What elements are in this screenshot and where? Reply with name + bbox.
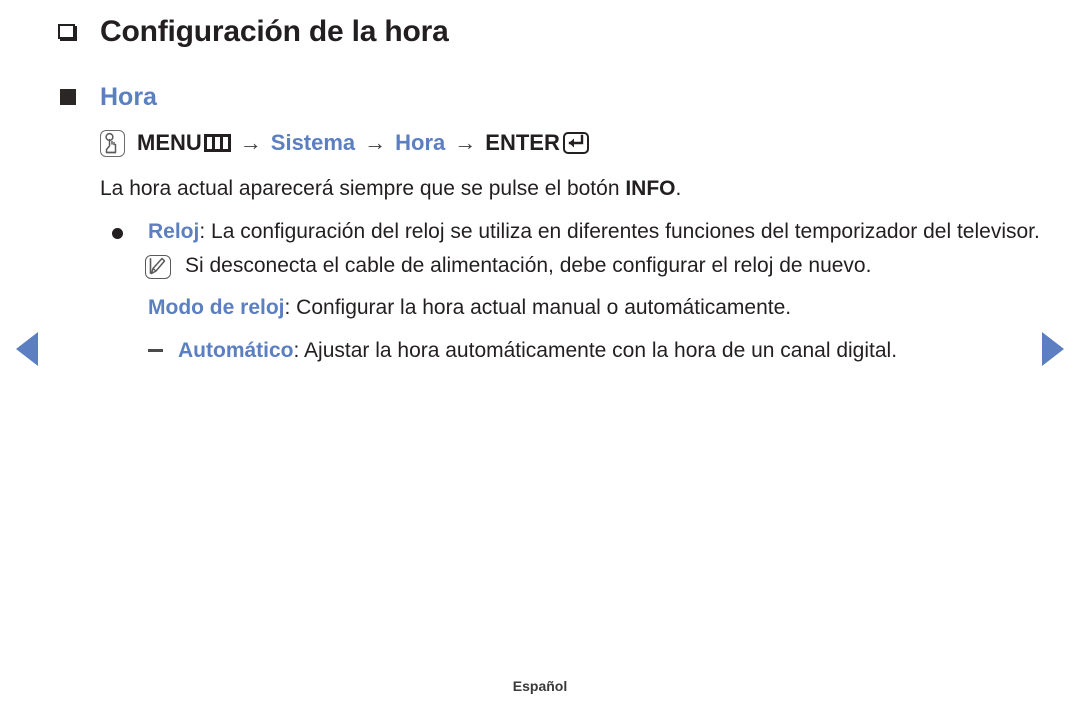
section-heading: Hora (100, 83, 157, 111)
breadcrumb-enter-label: ENTER (485, 130, 560, 155)
note-text: Si desconecta el cable de alimentación, … (185, 254, 872, 277)
list-item-separator: : (199, 220, 212, 243)
enter-key-icon (562, 132, 589, 154)
list-item: Reloj: La configuración del reloj se uti… (100, 216, 1050, 247)
page-root: Configuración de la hora Hora MENU → Sis… (0, 0, 1080, 705)
hollow-square-bullet-icon (58, 24, 75, 39)
note-line: Si desconecta el cable de alimentación, … (100, 250, 1050, 281)
triangle-left-icon (16, 332, 38, 366)
sub-list-item: Automático: Ajustar la hora automáticame… (100, 335, 1050, 366)
breadcrumb-separator-3: → (454, 130, 477, 155)
clock-mode-term: Modo de reloj (148, 296, 285, 319)
menu-path-breadcrumb: MENU → Sistema → Hora → ENTER (100, 128, 1050, 158)
footer-language: Español (512, 678, 568, 694)
breadcrumb-item-sistema: Sistema (270, 130, 356, 155)
info-sentence: La hora actual aparecerá siempre que se … (100, 174, 1050, 204)
round-bullet-icon (112, 228, 123, 239)
page-title-row: Configuración de la hora (58, 12, 449, 52)
note-pen-icon (145, 255, 171, 279)
breadcrumb-menu-label: MENU (137, 130, 202, 155)
section-heading-row: Hora (60, 80, 157, 114)
sub-list-item-text: Ajustar la hora automáticamente con la h… (304, 339, 898, 362)
clock-mode-text: Configurar la hora actual manual o autom… (296, 296, 792, 319)
clock-mode-separator: : (284, 296, 297, 319)
filled-square-bullet-icon (60, 89, 76, 105)
breadcrumb-item-hora: Hora (395, 130, 446, 155)
sub-list-item-separator: : (293, 339, 305, 362)
info-sentence-pre: La hora actual aparecerá siempre que se … (100, 177, 626, 200)
breadcrumb-separator-2: → (364, 130, 387, 155)
content-area: MENU → Sistema → Hora → ENTER La hora ac… (100, 128, 1050, 366)
clock-mode-line: Modo de reloj: Configurar la hora actual… (100, 292, 1050, 323)
menu-bars-icon (203, 134, 231, 152)
dash-bullet-icon (148, 349, 163, 352)
page-title: Configuración de la hora (100, 15, 449, 48)
info-sentence-post: . (675, 177, 682, 200)
list-item-text: La configuración del reloj se utiliza en… (211, 220, 1040, 243)
breadcrumb-separator-1: → (239, 130, 262, 155)
list-item-term: Reloj (148, 220, 200, 243)
press-hand-icon (100, 129, 125, 157)
info-keyword: INFO (625, 177, 676, 200)
prev-page-arrow[interactable] (16, 332, 46, 366)
sub-list-item-term: Automático (178, 339, 294, 362)
